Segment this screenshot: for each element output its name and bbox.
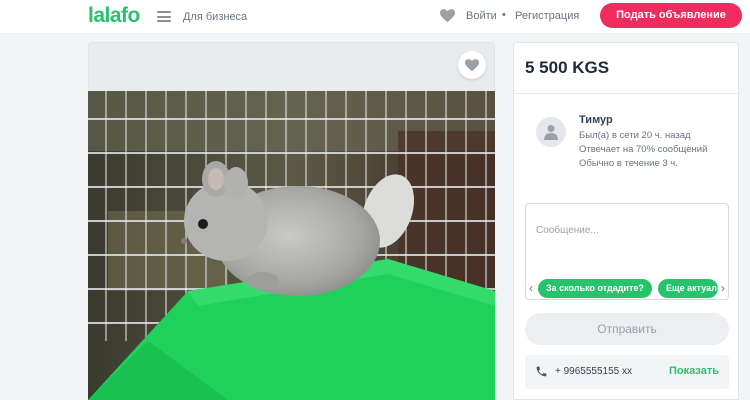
business-link[interactable]: Для бизнеса: [183, 11, 247, 23]
separator-dot: •: [502, 9, 506, 21]
top-header: lalafo Для бизнеса Войти • Регистрация П…: [0, 0, 750, 34]
hamburger-menu-icon[interactable]: [157, 11, 171, 22]
lalafo-logo[interactable]: lalafo: [88, 4, 140, 28]
listing-sidebar: 5 500 KGS Тимур Был(а) в сети 20 ч. наза…: [513, 42, 739, 400]
chevron-right-icon[interactable]: ›: [721, 281, 725, 295]
show-phone-button[interactable]: Показать: [669, 365, 719, 377]
seller-avatar[interactable]: [536, 117, 566, 147]
listing-photo[interactable]: [88, 91, 495, 400]
seller-last-seen: Был(а) в сети 20 ч. назад: [579, 130, 691, 141]
message-input[interactable]: [526, 204, 728, 244]
chevron-left-icon[interactable]: ‹: [529, 281, 533, 295]
login-link[interactable]: Войти: [466, 10, 497, 22]
add-favorite-button[interactable]: [458, 51, 486, 79]
phone-number: + 9965555155 xx: [555, 366, 633, 377]
heart-icon: [465, 59, 479, 72]
quick-reply-chip[interactable]: Еще актуально?: [658, 279, 718, 298]
register-link[interactable]: Регистрация: [515, 10, 579, 22]
send-button[interactable]: Отправить: [525, 313, 729, 345]
quick-reply-chip[interactable]: За сколько отдадите?: [538, 279, 652, 298]
user-icon: [544, 125, 558, 140]
phone-icon: [536, 366, 547, 377]
divider: [514, 93, 738, 94]
post-ad-button[interactable]: Подать объявление: [600, 3, 742, 28]
seller-name[interactable]: Тимур: [579, 114, 613, 126]
phone-row: + 9965555155 xx Показать: [525, 355, 729, 389]
seller-response-rate: Отвечает на 70% сообщений: [579, 144, 708, 155]
listing-price: 5 500 KGS: [525, 58, 610, 77]
seller-response-time: Обычно в течение 3 ч.: [579, 158, 678, 169]
favorites-heart-icon[interactable]: [440, 9, 455, 23]
